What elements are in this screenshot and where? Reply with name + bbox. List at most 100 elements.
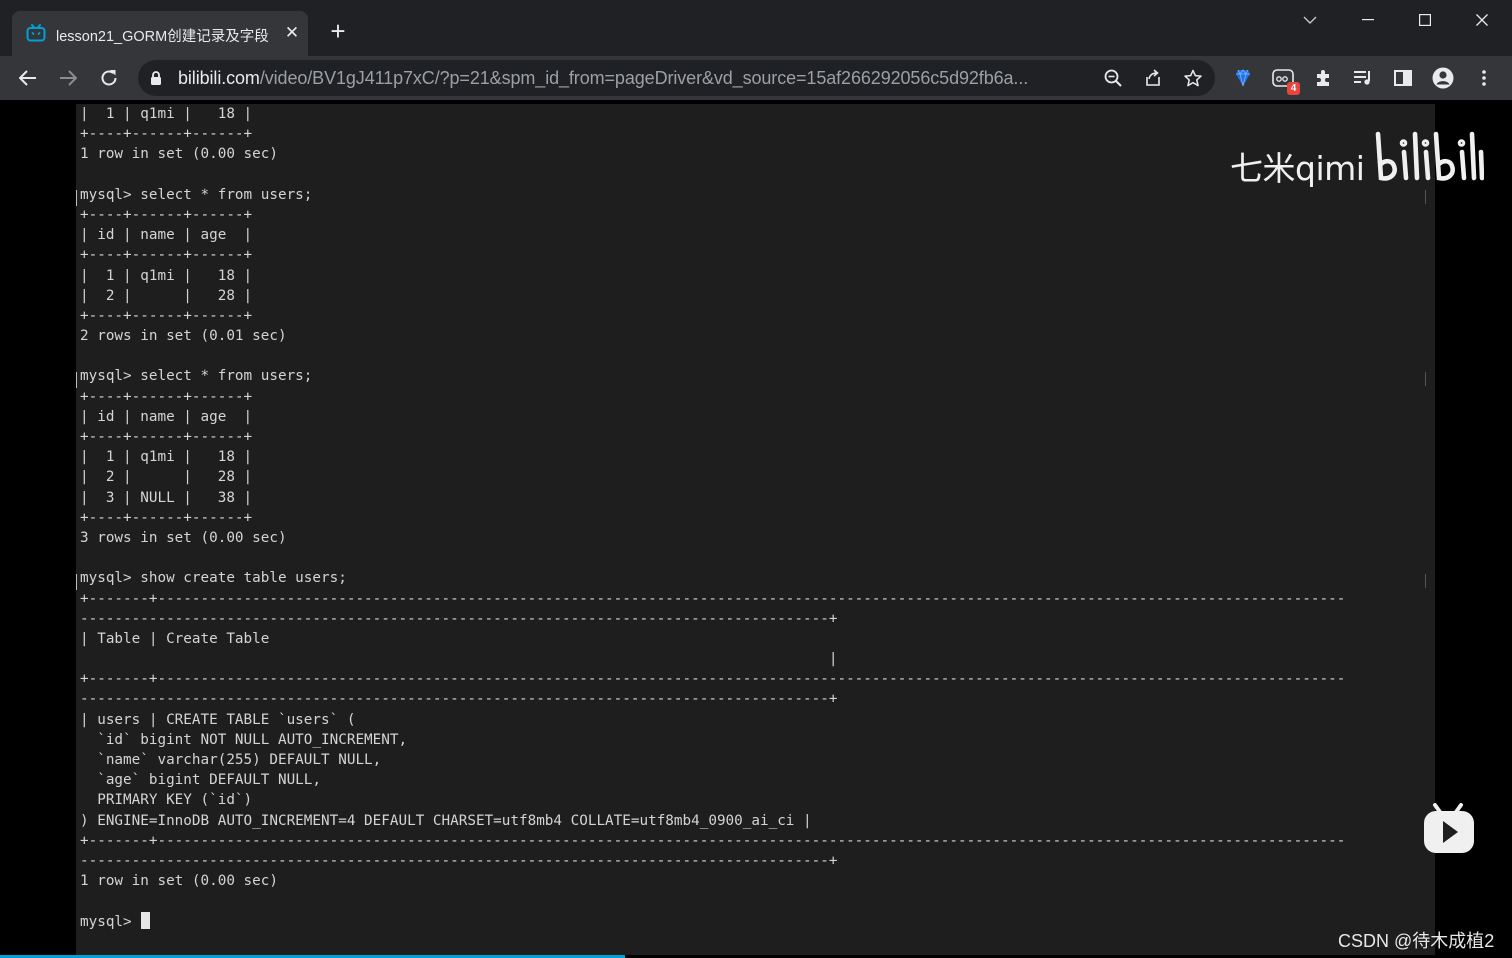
prompt-marker bbox=[76, 574, 77, 590]
side-panel-button[interactable] bbox=[1389, 64, 1417, 92]
terminal-line: ----------------------------------------… bbox=[80, 610, 838, 627]
url-host: bilibili.com bbox=[178, 68, 260, 88]
extension-gem-button[interactable] bbox=[1229, 64, 1257, 92]
bilibili-tv-icon bbox=[26, 24, 46, 42]
active-tab[interactable]: lesson21_GORM创建记录及字段 ✕ bbox=[12, 11, 308, 56]
terminal-line: mysql> select * from users; bbox=[80, 368, 313, 385]
terminal-line: ----------------------------------------… bbox=[80, 852, 838, 869]
zoom-out-icon bbox=[1104, 69, 1122, 87]
terminal-line: +----+------+------+ bbox=[80, 206, 253, 223]
prompt-marker bbox=[76, 372, 77, 388]
terminal-line: | Table | Create Table bbox=[80, 630, 270, 647]
close-icon bbox=[1476, 14, 1488, 26]
bilibili-play-icon[interactable] bbox=[1423, 803, 1475, 855]
terminal-line: | bbox=[80, 651, 838, 668]
media-control-button[interactable] bbox=[1349, 64, 1377, 92]
terminal-line: | 1 | q1mi | 18 | bbox=[80, 449, 253, 466]
terminal-line: +----+------+------+ bbox=[80, 509, 253, 526]
browser-toolbar: bilibili.com/video/BV1gJ411p7xC/?p=21&sp… bbox=[0, 56, 1512, 100]
menu-button[interactable] bbox=[1470, 64, 1498, 92]
terminal-line: +-------+-------------------------------… bbox=[80, 590, 1346, 607]
terminal-line: | id | name | age | bbox=[80, 408, 253, 425]
prompt-marker bbox=[76, 190, 77, 206]
terminal-line: 1 row in set (0.00 sec) bbox=[80, 873, 278, 890]
url-text[interactable]: bilibili.com/video/BV1gJ411p7xC/?p=21&sp… bbox=[178, 68, 1088, 89]
diamond-icon bbox=[1236, 69, 1250, 87]
terminal-line: | 1 | q1mi | 18 | bbox=[80, 267, 253, 284]
minimize-icon bbox=[1362, 19, 1374, 21]
maximize-icon bbox=[1419, 14, 1431, 26]
terminal-line: 3 rows in set (0.00 sec) bbox=[80, 529, 287, 546]
chevron-down-icon bbox=[1303, 16, 1317, 24]
watermark-text: 七米qimi bbox=[1230, 149, 1365, 188]
terminal-line: ----------------------------------------… bbox=[80, 691, 838, 708]
profile-button[interactable] bbox=[1429, 64, 1457, 92]
tab-search-button[interactable] bbox=[1282, 0, 1338, 40]
extension-badge-button[interactable]: 4 bbox=[1269, 64, 1300, 95]
terminal-line: PRIMARY KEY (`id`) bbox=[80, 792, 253, 809]
close-tab-icon[interactable]: ✕ bbox=[280, 21, 304, 45]
url-path: /video/BV1gJ411p7xC/?p=21&spm_id_from=pa… bbox=[259, 68, 1029, 88]
star-icon bbox=[1184, 69, 1202, 87]
close-window-button[interactable] bbox=[1454, 0, 1510, 40]
playlist-icon bbox=[1354, 71, 1370, 85]
terminal-line: +----+------+------+ bbox=[80, 247, 253, 264]
terminal-line: +-------+-------------------------------… bbox=[80, 832, 1346, 849]
text-cursor bbox=[141, 911, 151, 929]
terminal-line: 1 row in set (0.00 sec) bbox=[80, 146, 278, 163]
share-button[interactable] bbox=[1139, 64, 1167, 92]
tab-title: lesson21_GORM创建记录及字段 bbox=[56, 29, 269, 45]
zoom-button[interactable] bbox=[1099, 64, 1127, 92]
terminal-prompt-line[interactable]: mysql> bbox=[80, 911, 1345, 932]
terminal-line: +----+------+------+ bbox=[80, 429, 253, 445]
terminal-line: | users | CREATE TABLE `users` ( bbox=[80, 711, 356, 728]
puzzle-icon bbox=[1317, 70, 1329, 86]
terminal-line: mysql> show create table users; bbox=[80, 570, 347, 587]
terminal-line: +-------+-------------------------------… bbox=[80, 671, 1346, 688]
maximize-button[interactable] bbox=[1397, 0, 1453, 40]
minimize-button[interactable] bbox=[1340, 0, 1396, 40]
avatar-icon bbox=[1432, 67, 1454, 89]
terminal-prompt: mysql> bbox=[80, 913, 141, 930]
bilibili-logo bbox=[1375, 131, 1484, 181]
terminal-line: | 3 | NULL | 38 | bbox=[80, 489, 253, 506]
lock-icon[interactable] bbox=[150, 71, 162, 86]
terminal-line: | 2 | | 28 | bbox=[80, 287, 253, 304]
new-tab-button[interactable]: + bbox=[324, 18, 352, 46]
csdn-credit: CSDN @待木成植2 bbox=[1338, 931, 1495, 951]
terminal-line: 2 rows in set (0.01 sec) bbox=[80, 328, 287, 345]
video-player[interactable]: | 1 | q1mi | 18 | +----+------+------+ 1 r… bbox=[0, 100, 1512, 958]
line-end-marker bbox=[1425, 574, 1426, 588]
terminal-line: | 1 | q1mi | 18 | bbox=[80, 106, 253, 122]
mysql-terminal: | 1 | q1mi | 18 | +----+------+------+ 1 r… bbox=[76, 104, 1435, 955]
back-button[interactable] bbox=[14, 64, 42, 92]
line-end-marker bbox=[1425, 372, 1426, 386]
terminal-line: `id` bigint NOT NULL AUTO_INCREMENT, bbox=[80, 731, 408, 748]
terminal-line: +----+------+------+ bbox=[80, 126, 253, 143]
side-panel-icon bbox=[1394, 70, 1412, 86]
terminal-line: `name` varchar(255) DEFAULT NULL, bbox=[80, 752, 382, 768]
terminal-line: | 2 | | 28 | bbox=[80, 469, 253, 486]
forward-arrow-icon bbox=[60, 70, 77, 86]
extensions-button[interactable] bbox=[1309, 64, 1337, 92]
address-bar[interactable]: bilibili.com/video/BV1gJ411p7xC/?p=21&sp… bbox=[138, 60, 1215, 96]
reload-icon bbox=[101, 70, 117, 86]
terminal-output: | 1 | q1mi | 18 | +----+------+------+ 1 r… bbox=[80, 104, 1345, 932]
extension-badge-count: 4 bbox=[1287, 82, 1300, 95]
share-icon bbox=[1146, 69, 1160, 86]
tab-strip: lesson21_GORM创建记录及字段 ✕ + bbox=[0, 0, 1512, 56]
bookmark-button[interactable] bbox=[1179, 64, 1207, 92]
line-end-marker bbox=[1425, 190, 1426, 204]
terminal-line: mysql> select * from users; bbox=[80, 186, 313, 203]
terminal-line: +----+------+------+ bbox=[80, 307, 253, 324]
kebab-menu-icon bbox=[1482, 70, 1486, 86]
terminal-line: +----+------+------+ bbox=[80, 388, 253, 405]
forward-button[interactable] bbox=[54, 64, 82, 92]
terminal-line: ) ENGINE=InnoDB AUTO_INCREMENT=4 DEFAULT… bbox=[80, 812, 812, 829]
reload-button[interactable] bbox=[95, 64, 123, 92]
back-arrow-icon bbox=[19, 70, 36, 86]
